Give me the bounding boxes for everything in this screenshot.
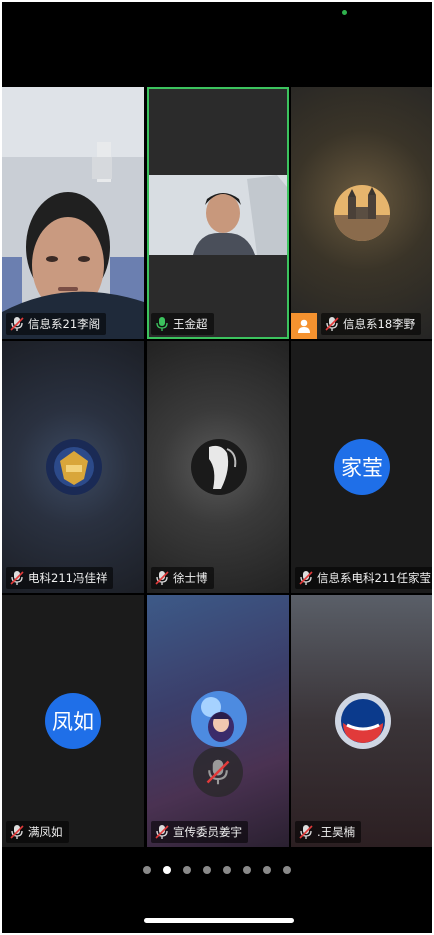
participant-label: 王金超 — [151, 313, 214, 335]
participant-name: 宣传委员姜宇 — [173, 825, 242, 839]
participant-name: 信息系21李阁 — [28, 317, 101, 331]
page-dot[interactable] — [243, 866, 251, 874]
mic-muted-large-icon — [193, 747, 243, 797]
participant-name: 满凤如 — [28, 825, 63, 839]
mic-active-icon — [156, 317, 168, 331]
participant-tile[interactable]: 电科211冯佳祥 — [2, 341, 144, 593]
video-feed — [147, 87, 289, 339]
game-emblem-icon — [46, 439, 102, 495]
mic-muted-icon — [299, 571, 313, 585]
mic-muted-icon — [10, 317, 24, 331]
camera-indicator-dot — [342, 10, 347, 15]
participant-label: 信息系电科211任家莹 — [295, 567, 432, 589]
page-indicator[interactable] — [2, 864, 432, 876]
video-feed — [2, 87, 144, 339]
pepsi-logo-icon — [335, 693, 391, 749]
anime-character-icon — [191, 691, 247, 747]
participant-name: 徐士博 — [173, 571, 208, 585]
mic-muted-icon — [325, 317, 339, 331]
participant-name: .王昊楠 — [317, 825, 356, 839]
participant-label: 信息系18李野 — [321, 313, 422, 335]
participant-label: 电科211冯佳祥 — [6, 567, 114, 589]
text-avatar: 凤如 — [45, 693, 101, 749]
participant-tile[interactable]: .王昊楠 — [291, 595, 432, 847]
participant-tile[interactable]: 徐士博 — [147, 341, 289, 593]
page-dot[interactable] — [263, 866, 271, 874]
page-dot[interactable] — [223, 866, 231, 874]
participant-tile[interactable]: 信息系21李阁 — [2, 87, 144, 339]
participant-tile-active-speaker[interactable]: 王金超 — [147, 87, 289, 339]
page-dot[interactable] — [283, 866, 291, 874]
participant-label: 信息系21李阁 — [6, 313, 107, 335]
participant-name: 王金超 — [173, 317, 208, 331]
meeting-screen: 信息系21李阁 王金超 信息系18李野 电科211冯佳祥 徐士博 家莹 信息系电… — [2, 2, 432, 933]
page-dot[interactable] — [203, 866, 211, 874]
person-badge-icon — [291, 313, 317, 339]
mic-muted-icon — [10, 571, 24, 585]
mic-muted-icon — [299, 825, 313, 839]
mic-muted-icon — [10, 825, 24, 839]
participant-label: 满凤如 — [6, 821, 69, 843]
participant-label: 徐士博 — [151, 567, 214, 589]
participant-label: 宣传委员姜宇 — [151, 821, 248, 843]
participant-name: 电科211冯佳祥 — [28, 571, 108, 585]
text-avatar: 家莹 — [334, 439, 390, 495]
dark-figure-icon — [191, 439, 247, 495]
mic-muted-icon — [155, 571, 169, 585]
page-dot[interactable] — [143, 866, 151, 874]
page-dot[interactable] — [183, 866, 191, 874]
participant-tile[interactable]: 凤如 满凤如 — [2, 595, 144, 847]
mic-muted-icon — [155, 825, 169, 839]
participant-label: .王昊楠 — [295, 821, 362, 843]
home-indicator[interactable] — [144, 918, 294, 923]
participant-name: 信息系18李野 — [343, 317, 416, 331]
participant-name: 信息系电科211任家莹 — [317, 571, 431, 585]
participant-tile[interactable]: 信息系18李野 — [291, 87, 432, 339]
participant-tile[interactable]: 家莹 信息系电科211任家莹 — [291, 341, 432, 593]
castle-photo-icon — [334, 185, 390, 241]
participant-tile[interactable]: 宣传委员姜宇 — [147, 595, 289, 847]
page-dot-active[interactable] — [163, 866, 171, 874]
